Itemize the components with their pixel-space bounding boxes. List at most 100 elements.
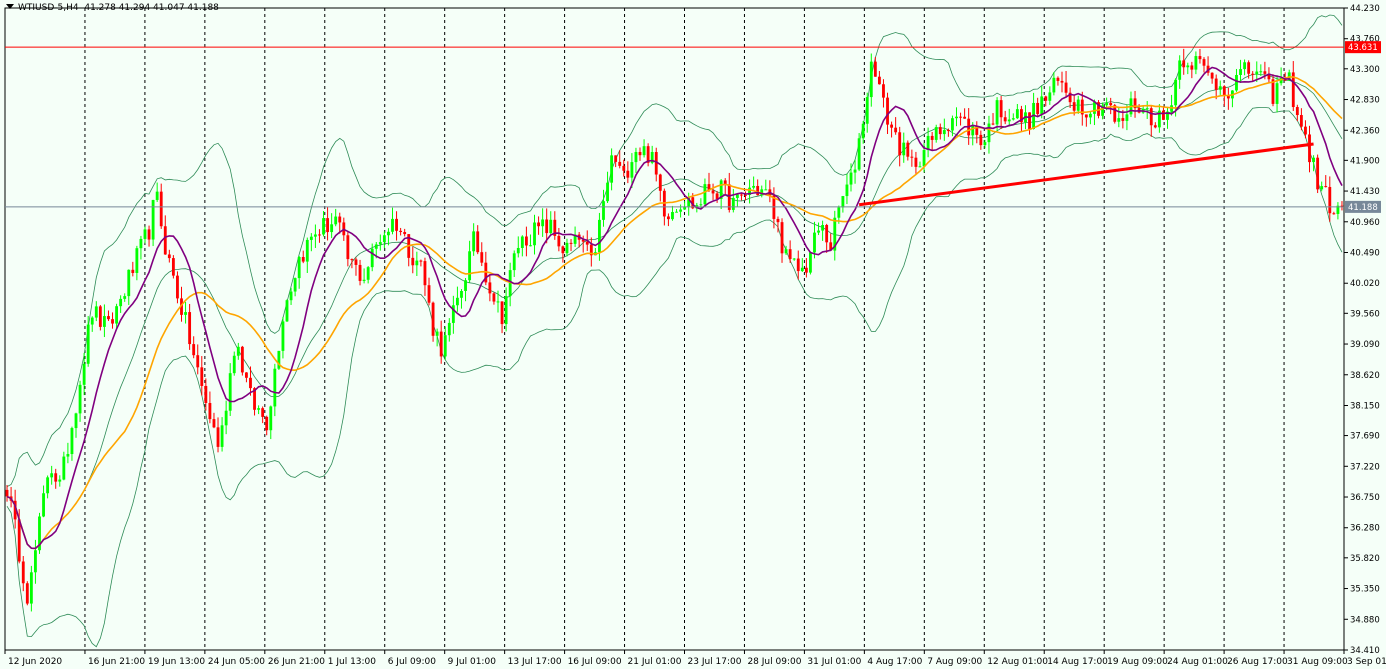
candle-body xyxy=(541,219,545,227)
candle-body xyxy=(269,406,273,431)
candle-body xyxy=(1194,56,1198,70)
candle-body xyxy=(431,302,435,336)
candle-body xyxy=(971,125,975,136)
candle-body xyxy=(545,219,549,234)
candle-body xyxy=(350,259,354,261)
candle-body xyxy=(155,191,159,200)
price-label: 41.188 xyxy=(1348,203,1378,213)
candle-body xyxy=(1182,60,1186,68)
candle-body xyxy=(70,428,74,455)
y-tick-label: 38.150 xyxy=(1350,401,1380,411)
chevron-down-icon[interactable] xyxy=(6,4,14,9)
candle-body xyxy=(374,244,378,249)
candle-body xyxy=(1235,74,1238,91)
candle-body xyxy=(1109,102,1113,106)
candle-body xyxy=(614,155,618,162)
candle-body xyxy=(240,346,244,373)
candle-body xyxy=(326,218,329,233)
candle-body xyxy=(1003,117,1007,122)
candle-body xyxy=(25,583,29,604)
x-tick-label: 16 Jul 09:00 xyxy=(568,657,622,667)
candle-body xyxy=(1145,108,1149,110)
candle-body xyxy=(443,335,447,357)
x-tick-label: 19 Aug 09:00 xyxy=(1107,657,1168,667)
candle-body xyxy=(642,146,646,156)
candle-body xyxy=(204,385,208,404)
candle-body xyxy=(285,300,289,322)
candle-body xyxy=(127,269,131,297)
candle-body xyxy=(1052,77,1056,93)
candle-body xyxy=(776,218,780,223)
candle-body xyxy=(54,473,58,482)
candle-body xyxy=(362,279,366,281)
candle-body xyxy=(496,301,500,303)
candle-body xyxy=(147,229,151,240)
candle-body xyxy=(1048,92,1052,101)
x-tick-label: 28 Jul 09:00 xyxy=(747,657,801,667)
candle-body xyxy=(293,278,297,292)
candle-body xyxy=(387,231,390,236)
candle-body xyxy=(236,346,240,356)
candle-body xyxy=(167,254,171,259)
candle-body xyxy=(999,100,1003,118)
candle-body xyxy=(569,242,573,244)
candle-body xyxy=(942,130,946,135)
candle-body xyxy=(784,249,788,254)
candle-body xyxy=(1015,109,1019,119)
candle-body xyxy=(533,222,536,246)
candle-body xyxy=(358,264,362,281)
candle-body xyxy=(869,61,873,98)
candle-body xyxy=(378,242,382,245)
candle-body xyxy=(309,236,313,240)
candle-body xyxy=(1251,73,1255,75)
candle-body xyxy=(447,322,451,336)
candle-body xyxy=(1222,86,1226,96)
candle-body xyxy=(951,118,954,131)
chart-root: 12 Jun 2020 16 Jun 21:00 19 Jun 13:00 24 Ju… xyxy=(0,0,1386,669)
candle-body xyxy=(29,572,33,604)
candle-body xyxy=(78,384,82,414)
candle-body xyxy=(946,130,950,132)
x-tick-label: 9 Jul 01:00 xyxy=(448,657,497,667)
candle-body xyxy=(492,293,496,302)
candle-body xyxy=(602,201,605,220)
candle-body xyxy=(435,331,439,336)
candle-body xyxy=(813,232,816,253)
candle-body xyxy=(1060,80,1064,83)
candle-body xyxy=(626,170,630,178)
candle-body xyxy=(598,219,601,253)
candle-body xyxy=(111,319,114,324)
y-tick-label: 40.490 xyxy=(1350,249,1380,259)
y-tick-label: 34.410 xyxy=(1350,646,1380,656)
candle-body xyxy=(910,156,914,158)
candle-body xyxy=(427,285,431,303)
candle-body xyxy=(1202,59,1206,66)
candle-body xyxy=(322,218,325,235)
price-chart: 12 Jun 2020 16 Jun 21:00 19 Jun 13:00 24 Ju… xyxy=(4,4,1386,667)
candle-body xyxy=(66,454,70,457)
candle-body xyxy=(50,473,54,478)
candle-body xyxy=(346,235,350,260)
candle-body xyxy=(800,267,804,272)
candle-body xyxy=(898,132,902,156)
candle-body xyxy=(699,204,703,206)
candle-body xyxy=(666,216,670,220)
candle-body xyxy=(289,291,293,301)
candle-body xyxy=(196,355,200,368)
candle-body xyxy=(464,280,467,291)
candle-body xyxy=(1149,108,1153,126)
candle-body xyxy=(675,211,678,213)
candle-body xyxy=(886,97,889,125)
candle-body xyxy=(809,252,812,273)
candle-body xyxy=(46,477,50,494)
candle-body xyxy=(764,189,768,191)
candle-body xyxy=(257,408,261,410)
candle-body xyxy=(119,298,123,307)
candle-body xyxy=(208,403,212,420)
candle-body xyxy=(849,172,853,185)
candle-body xyxy=(58,479,62,482)
candle-body xyxy=(711,190,715,194)
candle-body xyxy=(1036,102,1040,115)
candle-body xyxy=(1153,125,1157,128)
candle-body xyxy=(1332,213,1336,215)
